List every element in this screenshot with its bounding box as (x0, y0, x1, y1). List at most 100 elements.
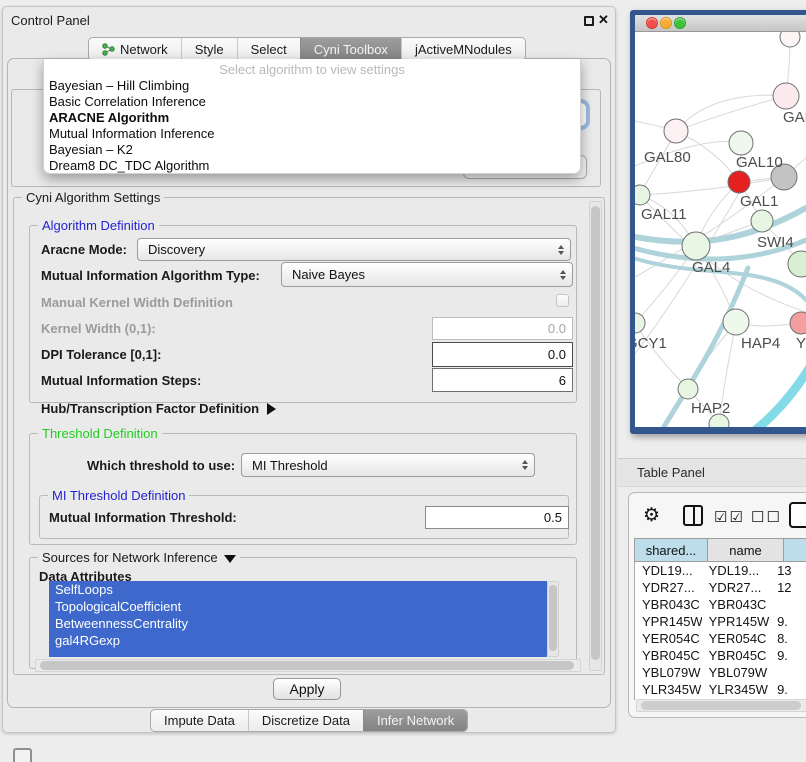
group-title: Cyni Algorithm Settings (22, 190, 164, 205)
node-label-gal1: GAL1 (740, 193, 778, 210)
tab-label: Impute Data (164, 713, 235, 728)
float-window-icon[interactable] (584, 16, 594, 26)
attribute-betweennesscentrality[interactable]: BetweennessCentrality (49, 615, 547, 632)
table-row[interactable]: YBR045CYBR045C9. (635, 647, 806, 664)
node-label-gal80: GAL80 (644, 149, 691, 166)
algorithm-option-bayesian-k2[interactable]: Bayesian – K2 (44, 142, 580, 158)
table-row[interactable]: YDR27...YDR27...12 (635, 579, 806, 596)
tab-impute-data[interactable]: Impute Data (151, 710, 248, 731)
table-horizontal-scrollbar[interactable] (636, 699, 806, 712)
table-row[interactable]: YER054CYER054C8. (635, 630, 806, 647)
network-node[interactable] (723, 309, 749, 335)
table-cell: YER054C (635, 631, 702, 646)
network-canvas[interactable]: GALGAL80GAL10GAL1GAL11SWI4GAL4GCY1HAP4YH… (635, 32, 806, 427)
tab-network[interactable]: Network (89, 38, 181, 60)
tab-jactivemnodules[interactable]: jActiveMNodules (401, 38, 525, 60)
table-cell: YDL19... (702, 563, 770, 578)
table-cell: 9. (770, 682, 806, 697)
mi-threshold-input[interactable]: 0.5 (425, 506, 569, 529)
deselect-all-checkboxes-icon[interactable]: ☐☐ (751, 508, 782, 526)
attribute-topologicalcoefficient[interactable]: TopologicalCoefficient (49, 598, 547, 615)
table-row[interactable]: YDL19...YDL19...13 (635, 562, 806, 579)
network-window-titlebar[interactable] (635, 15, 806, 32)
settings-gear-icon[interactable]: ⚙ (643, 504, 660, 527)
zoom-traffic-light-icon[interactable] (674, 17, 686, 29)
settings-horizontal-scrollbar[interactable] (35, 659, 581, 672)
network-node[interactable] (678, 379, 698, 399)
network-node[interactable] (751, 210, 773, 232)
dpi-tolerance-input[interactable]: 0.0 (432, 342, 573, 367)
network-node[interactable] (780, 32, 800, 47)
scrollbar-thumb[interactable] (591, 206, 600, 660)
minimized-panel-icon[interactable] (13, 748, 32, 762)
node-label-gcy1: GCY1 (635, 335, 667, 352)
column-header-name[interactable]: name (708, 538, 784, 562)
table-row[interactable]: YLR345WYLR345W9. (635, 681, 806, 698)
mi-steps-input[interactable]: 6 (432, 368, 573, 392)
attributes-scrollbar[interactable] (547, 581, 559, 657)
network-node[interactable] (682, 232, 710, 260)
expand-arrow-icon[interactable] (267, 403, 276, 415)
settings-vertical-scrollbar[interactable] (589, 201, 602, 671)
tab-style[interactable]: Style (181, 38, 237, 60)
scrollbar-thumb[interactable] (641, 701, 801, 710)
spinner-arrows-icon (560, 270, 566, 280)
network-node[interactable] (790, 312, 806, 334)
selected-value: Naive Bayes (292, 267, 365, 282)
collapse-triangle-icon[interactable] (224, 555, 236, 563)
network-node[interactable] (664, 119, 688, 143)
tab-label: Infer Network (377, 713, 454, 728)
table-cell: YLR345W (635, 682, 702, 697)
close-traffic-light-icon[interactable] (646, 17, 658, 29)
attribute-selfloops[interactable]: SelfLoops (49, 581, 547, 598)
group-title: MI Threshold Definition (48, 488, 189, 503)
scrollbar-thumb[interactable] (40, 661, 574, 670)
network-window: GALGAL80GAL10GAL1GAL11SWI4GAL4GCY1HAP4YH… (630, 10, 806, 434)
table-cell: YBR045C (702, 648, 770, 663)
scrollbar-thumb[interactable] (549, 585, 557, 651)
network-node[interactable] (728, 171, 750, 193)
column-header-extra[interactable] (784, 538, 806, 562)
network-node[interactable] (773, 83, 799, 109)
network-node[interactable] (788, 251, 806, 277)
tab-infer-network[interactable]: Infer Network (363, 710, 467, 731)
network-edge (748, 364, 806, 427)
minimize-traffic-light-icon[interactable] (660, 17, 672, 29)
algorithm-option-aracne-algorithm[interactable]: ARACNE Algorithm (44, 110, 580, 126)
mi-threshold-label: Mutual Information Threshold: (49, 510, 237, 525)
tab-cyni-toolbox[interactable]: Cyni Toolbox (300, 38, 401, 60)
table-row[interactable]: YBL079WYBL079W (635, 664, 806, 681)
select-all-checkboxes-icon[interactable]: ☑☑ (714, 508, 745, 526)
table-row[interactable]: YBR043CYBR043C (635, 596, 806, 613)
network-node[interactable] (729, 131, 753, 155)
which-threshold-select[interactable]: MI Threshold (241, 453, 535, 477)
mi-algorithm-type-select[interactable]: Naive Bayes (281, 262, 573, 287)
column-selector-icon[interactable] (683, 505, 703, 526)
apply-button[interactable]: Apply (273, 678, 341, 700)
algorithm-option-basic-correlation-inference[interactable]: Basic Correlation Inference (44, 94, 580, 110)
column-header-shared[interactable]: shared... (634, 538, 708, 562)
control-panel-tabs: NetworkStyleSelectCyni ToolboxjActiveMNo… (88, 37, 526, 61)
kernel-width-label: Kernel Width (0,1): (41, 321, 156, 336)
kernel-width-input[interactable]: 0.0 (432, 317, 573, 340)
algorithm-option-dream8-dc-tdc-algorithm[interactable]: Dream8 DC_TDC Algorithm (44, 158, 580, 174)
close-icon[interactable]: ✕ (598, 12, 609, 28)
algorithm-option-mutual-information-inference[interactable]: Mutual Information Inference (44, 126, 580, 142)
network-node[interactable] (635, 313, 645, 333)
algorithm-option-bayesian-hill-climbing[interactable]: Bayesian – Hill Climbing (44, 78, 580, 94)
manual-kernel-checkbox[interactable] (556, 294, 569, 307)
table-options-icon[interactable] (789, 502, 806, 528)
data-attributes-list[interactable]: SelfLoopsTopologicalCoefficientBetweenne… (49, 581, 547, 657)
tab-select[interactable]: Select (237, 38, 300, 60)
hub-definition-section[interactable]: Hub/Transcription Factor Definition (41, 401, 276, 416)
table-row[interactable]: YPR145WYPR145W9. (635, 613, 806, 630)
tab-discretize-data[interactable]: Discretize Data (248, 710, 363, 731)
group-title: Algorithm Definition (38, 218, 159, 233)
attribute-gal4rgexp[interactable]: gal4RGexp (49, 632, 547, 649)
aracne-mode-select[interactable]: Discovery (137, 238, 571, 261)
table-body: YDL19...YDL19...13YDR27...YDR27...12YBR0… (634, 562, 806, 700)
dropdown-placeholder: Select algorithm to view settings (44, 61, 580, 78)
mi-algorithm-type-label: Mutual Information Algorithm Type: (41, 268, 260, 283)
cyni-bottom-tabs: Impute Data Discretize Data Infer Network (150, 709, 468, 732)
network-node[interactable] (635, 185, 650, 205)
